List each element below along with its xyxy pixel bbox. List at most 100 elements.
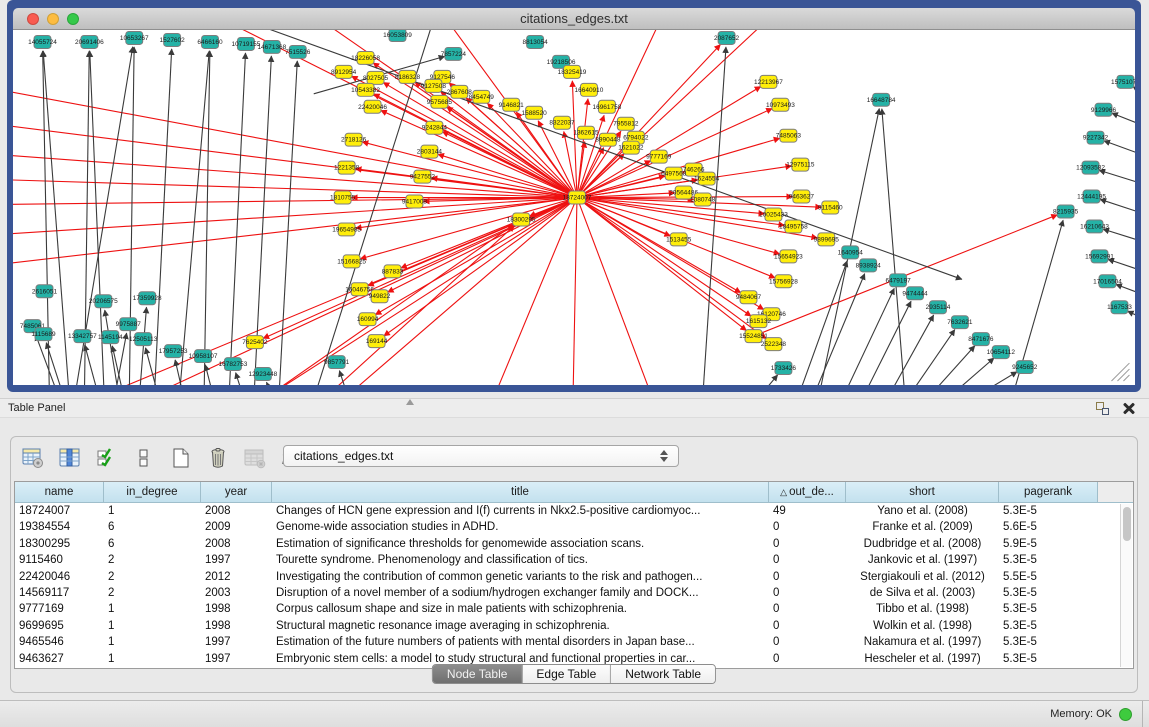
network-node[interactable]: 8938924 xyxy=(856,259,882,272)
network-node[interactable]: 15751074 xyxy=(1111,75,1135,88)
network-node[interactable]: 12093582 xyxy=(1076,161,1105,174)
network-node[interactable]: 18226058 xyxy=(351,51,380,64)
network-node[interactable]: 1624554 xyxy=(694,172,720,185)
network-node[interactable]: 2935114 xyxy=(926,301,951,314)
tab-node-table[interactable]: Node Table xyxy=(433,665,523,683)
table-row[interactable]: 1938455462009Genome-wide association stu… xyxy=(15,519,1133,535)
network-node[interactable]: 9245652 xyxy=(1012,361,1038,374)
network-node[interactable]: 16640910 xyxy=(575,83,604,96)
network-node[interactable]: 17016504 xyxy=(1093,275,1122,288)
table-settings-icon[interactable] xyxy=(21,446,45,470)
network-svg[interactable]: 1405572420691406106532671527602646616010… xyxy=(13,30,1135,385)
network-node[interactable]: 887833 xyxy=(382,265,404,278)
network-node[interactable]: 12213967 xyxy=(754,75,783,88)
network-node[interactable]: 9129966 xyxy=(1091,103,1117,116)
network-node[interactable]: 1080748 xyxy=(690,193,716,206)
table-row[interactable]: 1830029562008Estimation of significance … xyxy=(15,536,1133,552)
delete-rows-icon[interactable] xyxy=(206,446,230,470)
network-node[interactable]: 1733426 xyxy=(771,362,797,375)
network-node[interactable]: 6466160 xyxy=(197,35,223,48)
table-row[interactable]: 1456911722003Disruption of a novel membe… xyxy=(15,585,1133,601)
table-row[interactable]: 1872400712008Changes of HCN gene express… xyxy=(15,503,1133,519)
network-node[interactable]: 16053809 xyxy=(383,30,412,41)
delete-table-icon[interactable] xyxy=(243,446,267,470)
network-window[interactable]: citations_edges.txt 14055724206914061065… xyxy=(7,0,1141,392)
network-node[interactable]: 10654112 xyxy=(987,346,1016,359)
network-node[interactable]: 1145194 xyxy=(98,331,123,344)
network-node[interactable]: 15692991 xyxy=(1085,250,1114,263)
table-select-dropdown[interactable]: citations_edges.txt xyxy=(283,445,679,467)
network-node[interactable]: 12975115 xyxy=(786,158,815,171)
network-node[interactable]: 949822 xyxy=(369,290,391,303)
network-node[interactable]: 2718126 xyxy=(341,133,367,146)
network-node[interactable]: 9146821 xyxy=(499,98,525,111)
table-row[interactable]: 977716911998Corpus callosum shape and si… xyxy=(15,601,1133,617)
network-node[interactable]: 12923448 xyxy=(248,368,277,381)
network-node[interactable]: 17359928 xyxy=(133,292,162,305)
network-node[interactable]: 1640954 xyxy=(838,246,864,259)
network-node[interactable]: 7857224 xyxy=(441,47,467,60)
network-node[interactable]: 9777169 xyxy=(646,150,672,163)
column-header-short[interactable]: short xyxy=(846,482,999,503)
network-node[interactable]: 6479197 xyxy=(885,274,911,287)
resize-grip-icon[interactable] xyxy=(1111,363,1129,381)
network-node[interactable]: 15166825 xyxy=(337,255,366,268)
network-node[interactable]: 9227342 xyxy=(1083,131,1109,144)
network-node[interactable]: 10025433 xyxy=(759,208,788,221)
network-node[interactable]: 16648784 xyxy=(867,93,896,106)
column-header-in_degree[interactable]: in_degree xyxy=(104,482,201,503)
network-node[interactable]: 20691406 xyxy=(75,35,104,48)
network-node[interactable]: 9463627 xyxy=(789,190,815,203)
network-node[interactable]: 14671368 xyxy=(257,40,286,53)
column-header-out_de[interactable]: △out_de... xyxy=(769,482,846,503)
show-columns-icon[interactable] xyxy=(58,446,82,470)
close-icon[interactable] xyxy=(1123,402,1135,414)
network-node[interactable]: 10543382 xyxy=(351,83,380,96)
tab-network-table[interactable]: Network Table xyxy=(611,665,715,683)
network-node[interactable]: 10653267 xyxy=(120,31,149,44)
network-node[interactable]: 13342757 xyxy=(68,330,97,343)
network-node[interactable]: 2803144 xyxy=(417,145,443,158)
column-header-name[interactable]: name xyxy=(15,482,104,503)
network-node[interactable]: 9899695 xyxy=(814,233,840,246)
network-node[interactable]: 8454749 xyxy=(469,90,495,103)
network-node[interactable]: 8813054 xyxy=(523,35,549,48)
table-row[interactable]: 911546021997Tourette syndrome. Phenomeno… xyxy=(15,552,1133,568)
network-node[interactable]: 9484067 xyxy=(736,291,762,304)
network-node[interactable]: 160994 xyxy=(357,313,379,326)
network-node[interactable]: 7955812 xyxy=(613,117,639,130)
network-node[interactable]: 2616051 xyxy=(32,285,58,298)
table-row[interactable]: 946554611997Estimation of the future num… xyxy=(15,634,1133,650)
network-node[interactable]: 9427552 xyxy=(410,170,436,183)
window-titlebar[interactable]: citations_edges.txt xyxy=(13,8,1135,30)
network-node[interactable]: 9857791 xyxy=(324,356,350,369)
network-node[interactable]: 2522348 xyxy=(761,338,787,351)
network-node[interactable]: 1810755 xyxy=(330,191,356,204)
network-node[interactable]: 1588520 xyxy=(522,106,548,119)
new-table-icon[interactable] xyxy=(169,446,193,470)
vertical-scrollbar[interactable] xyxy=(1120,504,1132,667)
network-node[interactable]: 9474444 xyxy=(902,287,928,300)
scrollbar-thumb[interactable] xyxy=(1123,507,1131,541)
network-node[interactable]: 12444195 xyxy=(1077,190,1106,203)
float-window-icon[interactable] xyxy=(1096,402,1109,415)
merge-rows-icon[interactable] xyxy=(132,446,156,470)
network-node[interactable]: 16782753 xyxy=(219,358,248,371)
network-node[interactable]: 1221358 xyxy=(334,161,360,174)
node-table[interactable]: namein_degreeyeartitle△out_de...shortpag… xyxy=(14,481,1134,669)
network-node[interactable]: 12505113 xyxy=(129,333,158,346)
network-node[interactable]: 169144 xyxy=(366,335,388,348)
tab-edge-table[interactable]: Edge Table xyxy=(522,665,611,683)
memory-ok-indicator[interactable] xyxy=(1119,708,1132,721)
network-node[interactable]: 8215935 xyxy=(1053,205,1079,218)
network-canvas[interactable]: 1405572420691406106532671527602646616010… xyxy=(13,30,1135,385)
column-header-title[interactable]: title xyxy=(272,482,769,503)
network-node[interactable]: 20206575 xyxy=(89,295,118,308)
network-node[interactable]: 10719155 xyxy=(232,37,261,50)
network-node[interactable]: 8471676 xyxy=(968,333,994,346)
splitter-handle[interactable] xyxy=(406,399,414,405)
network-node[interactable]: 8990448 xyxy=(595,133,621,146)
network-node[interactable]: 9115460 xyxy=(818,201,843,214)
network-node[interactable]: 7485063 xyxy=(776,129,802,142)
network-node[interactable]: 7515526 xyxy=(285,45,311,58)
